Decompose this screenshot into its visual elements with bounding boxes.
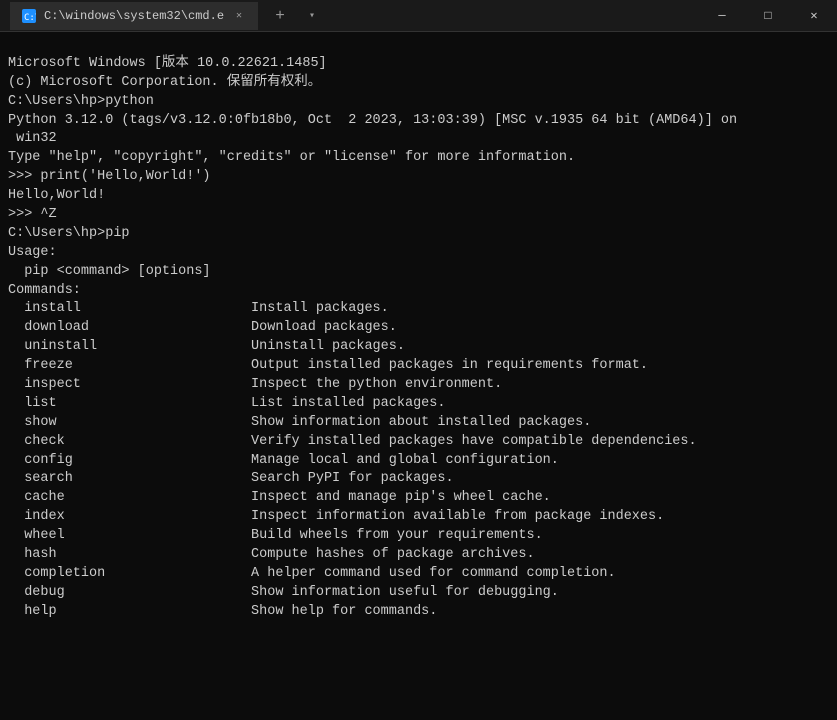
svg-text:C:\: C:\ [24, 13, 36, 23]
terminal-line: C:\Users\hp>pip [8, 225, 829, 244]
terminal-content[interactable]: Microsoft Windows [版本 10.0.22621.1485](c… [0, 32, 837, 720]
terminal-line: Commands: [8, 282, 829, 301]
terminal-line: cache Inspect and manage pip's wheel cac… [8, 489, 829, 508]
terminal-line: config Manage local and global configura… [8, 452, 829, 471]
terminal-line: Type "help", "copyright", "credits" or "… [8, 149, 829, 168]
terminal-line: install Install packages. [8, 300, 829, 319]
terminal-line: help Show help for commands. [8, 603, 829, 622]
terminal-line: Hello,World! [8, 187, 829, 206]
terminal-line: list List installed packages. [8, 395, 829, 414]
minimize-button[interactable]: ─ [699, 0, 745, 32]
terminal-line: download Download packages. [8, 319, 829, 338]
terminal-line: index Inspect information available from… [8, 508, 829, 527]
terminal-line: debug Show information useful for debugg… [8, 584, 829, 603]
window-controls: ─ □ ✕ [699, 0, 837, 32]
terminal-line: >>> ^Z [8, 206, 829, 225]
terminal-line: pip <command> [options] [8, 263, 829, 282]
titlebar: C:\ C:\windows\system32\cmd.e ✕ + ▾ ─ □ … [0, 0, 837, 32]
terminal-line: win32 [8, 130, 829, 149]
new-tab-button[interactable]: + [266, 2, 294, 30]
terminal-line: >>> print('Hello,World!') [8, 168, 829, 187]
terminal-line: Usage: [8, 244, 829, 263]
tab-close-icon[interactable]: ✕ [232, 9, 246, 23]
cmd-icon: C:\ [22, 9, 36, 23]
terminal-line: hash Compute hashes of package archives. [8, 546, 829, 565]
terminal-line: Microsoft Windows [版本 10.0.22621.1485] [8, 55, 829, 74]
terminal-line: check Verify installed packages have com… [8, 433, 829, 452]
terminal-line: wheel Build wheels from your requirement… [8, 527, 829, 546]
terminal-line: (c) Microsoft Corporation. 保留所有权利。 [8, 74, 829, 93]
close-button[interactable]: ✕ [791, 0, 837, 32]
titlebar-left: C:\ C:\windows\system32\cmd.e ✕ + ▾ [10, 2, 699, 30]
terminal-line: Python 3.12.0 (tags/v3.12.0:0fb18b0, Oct… [8, 112, 829, 131]
maximize-button[interactable]: □ [745, 0, 791, 32]
terminal-line: C:\Users\hp>python [8, 93, 829, 112]
terminal-line: completion A helper command used for com… [8, 565, 829, 584]
terminal-line: show Show information about installed pa… [8, 414, 829, 433]
tab[interactable]: C:\ C:\windows\system32\cmd.e ✕ [10, 2, 258, 30]
terminal-line: freeze Output installed packages in requ… [8, 357, 829, 376]
tab-label: C:\windows\system32\cmd.e [44, 9, 224, 23]
terminal-line: uninstall Uninstall packages. [8, 338, 829, 357]
terminal-line: inspect Inspect the python environment. [8, 376, 829, 395]
tab-dropdown-button[interactable]: ▾ [302, 2, 322, 30]
terminal-line: search Search PyPI for packages. [8, 470, 829, 489]
